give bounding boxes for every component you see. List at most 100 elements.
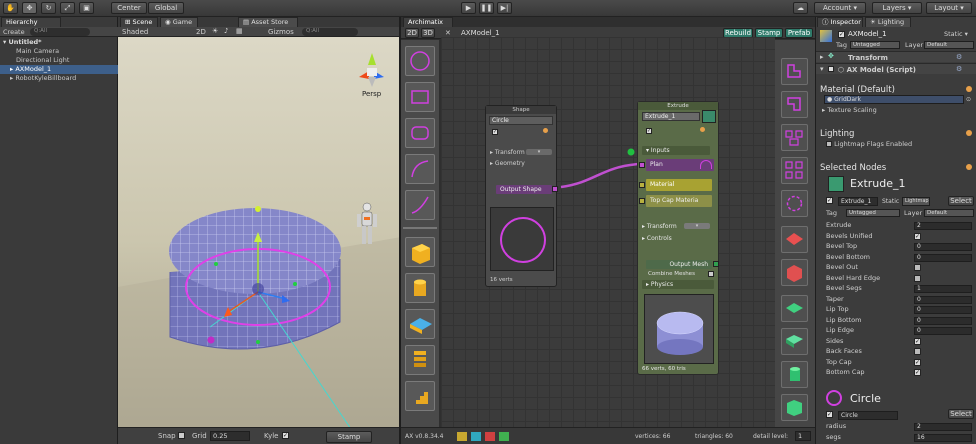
top-cap-material-port[interactable]: Top Cap Materia	[646, 195, 712, 207]
property-value-input[interactable]: 0	[914, 316, 972, 325]
top-cap-socket[interactable]	[639, 198, 645, 204]
circle-select-button[interactable]: Select	[948, 409, 974, 419]
status-icon-2[interactable]	[471, 432, 481, 441]
palette-green-slab-icon[interactable]	[781, 328, 808, 355]
circle-name-field[interactable]: Circle	[838, 411, 898, 420]
hierarchy-item-axmodel[interactable]: ▸ AXModel_1	[0, 65, 118, 74]
tab-game[interactable]: ◉ Game	[160, 17, 198, 27]
property-value-input[interactable]: 0	[914, 327, 972, 335]
step-button[interactable]: ▶|	[497, 2, 512, 14]
2d-toggle[interactable]: 2D	[196, 28, 206, 36]
palette-l-shape-icon[interactable]	[781, 58, 808, 85]
tab-asset-store[interactable]: ▤ Asset Store	[238, 17, 298, 27]
palette-green-stack-icon[interactable]	[781, 394, 808, 421]
grid-size-input[interactable]: 0.25	[210, 431, 250, 441]
light-icon[interactable]: ☀	[212, 27, 218, 35]
material-field[interactable]: ● GridDark	[824, 95, 964, 104]
rotate-tool-icon[interactable]: ↻	[41, 2, 56, 14]
scene-stamp-button[interactable]: Stamp	[326, 431, 372, 443]
extrude-node-name[interactable]: Extrude_1	[642, 112, 700, 121]
segs-input[interactable]: 16	[914, 434, 972, 442]
scene-viewport[interactable]: Persp	[118, 37, 399, 444]
pivot-center-button[interactable]: Center	[111, 2, 147, 14]
property-value-input[interactable]: 0	[914, 253, 972, 262]
material-picker-icon[interactable]: ⊙	[966, 96, 971, 103]
shape-gear-icon[interactable]	[543, 128, 548, 133]
inputs-foldout[interactable]: ▾ Inputs	[642, 146, 710, 155]
shape-enabled-checkbox[interactable]: ✓	[492, 129, 498, 135]
property-checkbox[interactable]	[914, 274, 921, 282]
layout-dropdown[interactable]: Layout ▾	[926, 2, 972, 14]
material-info-icon[interactable]	[966, 86, 972, 92]
shape-node[interactable]: Shape Circle ✓ ▸ Transform ▾ ▸ Geometry …	[485, 105, 558, 287]
property-value-input[interactable]: 0	[914, 243, 972, 251]
move-tool-icon[interactable]: ✥	[22, 2, 37, 14]
property-value-input[interactable]: 1	[914, 285, 972, 293]
static-toggle[interactable]: Static ▾	[944, 30, 968, 38]
shape-transform-foldout[interactable]: ▸ Transform	[490, 149, 525, 156]
account-dropdown[interactable]: Account ▾	[814, 2, 866, 14]
palette-green-plane-icon[interactable]	[781, 295, 808, 322]
physics-foldout[interactable]: ▸ Physics	[642, 280, 714, 289]
audio-icon[interactable]: ♪	[224, 27, 228, 35]
layer-dropdown[interactable]: Default	[924, 41, 974, 49]
tag-dropdown[interactable]: Untagged	[850, 41, 900, 49]
node-tag-dropdown[interactable]: Untagged	[846, 209, 900, 217]
tab-inspector[interactable]: ⓘ Inspector	[817, 17, 863, 27]
hierarchy-item-directional-light[interactable]: Directional Light	[0, 56, 118, 65]
pause-button[interactable]: ❚❚	[479, 2, 494, 14]
property-checkbox[interactable]	[914, 264, 921, 271]
output-shape-port[interactable]: Output Shape	[496, 185, 552, 194]
palette-red-box-icon[interactable]	[781, 259, 808, 286]
property-checkbox[interactable]: ✓	[914, 358, 921, 366]
shading-dropdown[interactable]: Shaded	[122, 28, 148, 36]
hierarchy-item-main-camera[interactable]: Main Camera	[0, 47, 118, 56]
circle-enabled-checkbox[interactable]: ✓	[826, 411, 833, 418]
transform-settings-icon[interactable]: ⚙	[956, 53, 962, 61]
property-value-input[interactable]: 0	[914, 306, 972, 314]
status-icon-1[interactable]	[457, 432, 467, 441]
play-button[interactable]: ▶	[461, 2, 476, 14]
lighting-info-icon[interactable]	[966, 130, 972, 136]
property-checkbox[interactable]: ✓	[914, 369, 921, 376]
tab-lighting[interactable]: ☀ Lighting	[865, 17, 911, 27]
texture-scaling-foldout[interactable]: ▸ Texture Scaling	[822, 106, 877, 114]
effects-icon[interactable]: ▦	[236, 27, 243, 35]
lightmap-checkbox[interactable]	[826, 141, 832, 147]
scene-search-input[interactable]: Q:All	[302, 28, 358, 36]
property-checkbox[interactable]	[914, 348, 921, 355]
axmodel-component-header[interactable]: ▾ ⬡ AX Model (Script) ⚙	[816, 63, 976, 74]
material-socket[interactable]	[639, 182, 645, 188]
hierarchy-search-input[interactable]: Q:All	[30, 28, 90, 36]
extrude-transform-foldout[interactable]: ▸ Transform	[642, 223, 677, 230]
palette-green-cylinder-icon[interactable]	[781, 361, 808, 388]
rect-tool-icon[interactable]: ▣	[79, 2, 94, 14]
lightmap-toggle[interactable]: Lightmap Flags Enabled	[826, 140, 912, 148]
snap-checkbox[interactable]	[178, 432, 185, 439]
scale-tool-icon[interactable]: ⤢	[60, 2, 75, 14]
shape-node-name[interactable]: Circle	[489, 116, 553, 125]
gizmos-dropdown[interactable]: Gizmos	[268, 28, 294, 36]
property-value-input[interactable]: 2	[914, 222, 972, 230]
kyle-checkbox[interactable]: ✓	[282, 432, 289, 439]
combine-meshes-checkbox[interactable]	[708, 271, 714, 277]
material-port[interactable]: Material	[646, 179, 712, 191]
extrude-gear-icon[interactable]	[700, 127, 705, 132]
palette-ring-icon[interactable]	[781, 190, 808, 217]
scene-root-item[interactable]: ▾ Untitled*	[0, 38, 118, 47]
object-name-field[interactable]: AXModel_1	[848, 30, 887, 38]
selected-info-icon[interactable]	[966, 164, 972, 170]
output-mesh-port[interactable]: Output Mesh	[646, 260, 712, 269]
extrude-enabled-checkbox[interactable]: ✓	[646, 128, 652, 134]
property-checkbox[interactable]: ✓	[914, 232, 921, 240]
layers-dropdown[interactable]: Layers ▾	[872, 2, 922, 14]
cloud-icon[interactable]: ☁	[793, 2, 808, 14]
palette-grid-shape-icon[interactable]	[781, 157, 808, 184]
hierarchy-item-robotkyle[interactable]: ▸ RobotKyleBillboard	[0, 74, 118, 83]
property-checkbox[interactable]: ✓	[914, 337, 921, 345]
node-lightmap-dropdown[interactable]: Lightmap	[902, 197, 930, 206]
node-layer-dropdown[interactable]: Default	[924, 209, 974, 217]
hand-tool-icon[interactable]: ✋	[3, 2, 18, 14]
tab-scene[interactable]: ⊞ Scene	[120, 17, 158, 27]
status-icon-3[interactable]	[485, 432, 495, 441]
